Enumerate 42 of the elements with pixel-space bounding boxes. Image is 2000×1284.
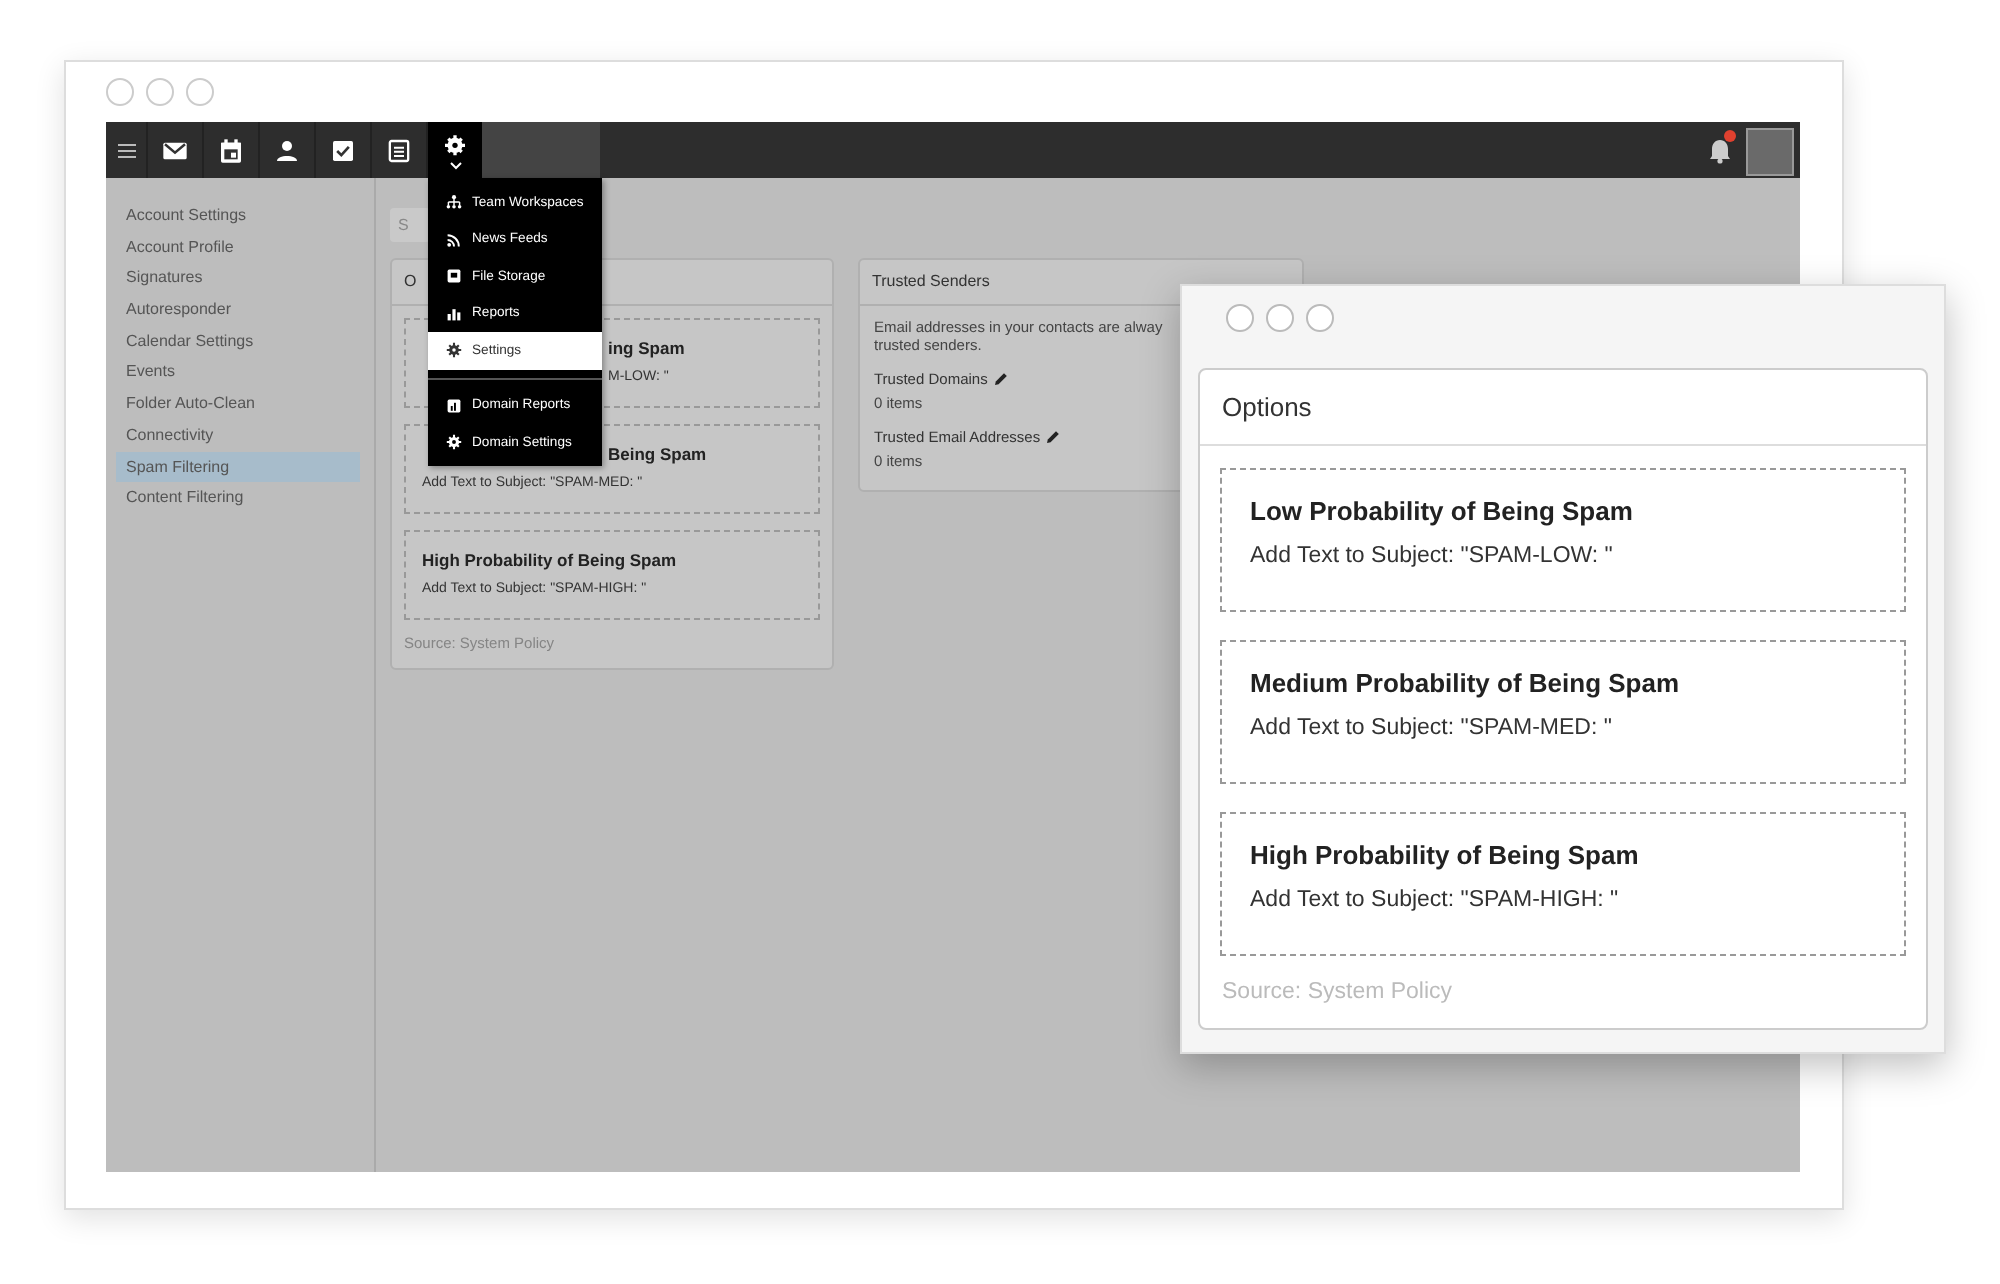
section-title: High Probability of Being Spam [422, 550, 677, 570]
bar-chart-icon [446, 305, 462, 322]
section-title: Medium Probability of Being Spam [1250, 668, 1680, 698]
settings-icon [440, 131, 470, 161]
pencil-icon[interactable] [993, 372, 1008, 386]
section-subtitle: Add Text to Subject: "SPAM-HIGH: " [1250, 888, 1619, 912]
sidebar-item[interactable]: Folder Auto-Clean [106, 388, 374, 420]
hierarchy-icon [446, 194, 462, 211]
section-subtitle: Add Text to Subject: "SPAM-LOW: " [1250, 544, 1613, 568]
calendar-icon [216, 135, 246, 165]
sidebar-item[interactable]: Connectivity [106, 419, 374, 451]
source-note: Source: System Policy [1220, 978, 1455, 1004]
app-tab[interactable] [426, 122, 482, 178]
sidebar-item[interactable]: Signatures [106, 262, 374, 295]
sidebar-item[interactable]: Content Filtering [106, 482, 374, 514]
sidebar-item[interactable]: Autoresponder [106, 294, 374, 326]
card-title: Options [1222, 392, 1312, 422]
toolbar-button[interactable]: S [390, 208, 430, 242]
section-title: Being Spam [608, 444, 707, 464]
section-title: ing Spam [608, 338, 685, 358]
sidebar-item[interactable]: Account Settings [106, 200, 374, 232]
menu-icon[interactable] [117, 143, 135, 157]
feed-icon [446, 231, 462, 248]
sidebar-item[interactable]: Spam Filtering [116, 451, 360, 483]
chevron-icon [449, 161, 461, 169]
section-title: Low Probability of Being Spam [1250, 496, 1633, 526]
settings-icon [446, 342, 462, 359]
person-icon [272, 135, 302, 165]
settings-icon [446, 434, 462, 451]
report-icon [446, 397, 462, 414]
storage-icon [446, 268, 462, 285]
sidebar-item[interactable]: Events [106, 356, 374, 389]
pencil-icon[interactable] [1046, 430, 1061, 444]
sidebar-item[interactable]: Calendar Settings [106, 325, 374, 357]
sidebar-item[interactable]: Account Profile [106, 231, 374, 263]
section-title: High Probability of Being Spam [1250, 840, 1639, 870]
section-subtitle: Add Text to Subject: "SPAM-MED: " [1250, 716, 1612, 740]
card-title: Trusted Senders [872, 270, 990, 294]
checkbox-icon [328, 135, 358, 165]
card-title: O [404, 270, 417, 294]
menu-header-bar [482, 122, 600, 178]
document-icon [384, 135, 414, 165]
